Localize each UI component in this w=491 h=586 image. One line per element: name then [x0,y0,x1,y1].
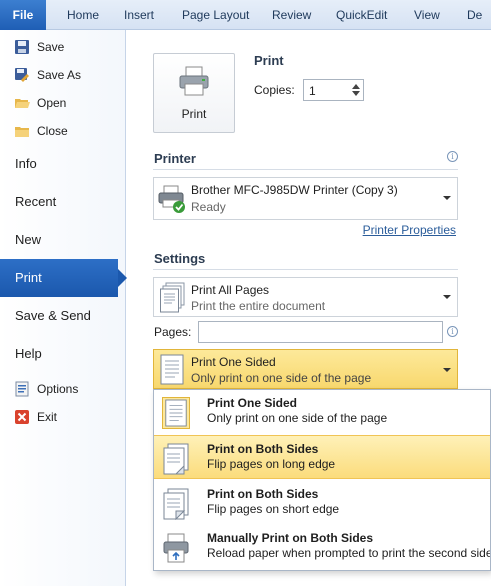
option-desc: Flip pages on short edge [207,502,340,516]
folder-close-icon [15,127,29,137]
option-both-sides-short[interactable]: Print on Both Sides Flip pages on short … [154,481,490,525]
close-button[interactable]: Close [0,118,126,144]
save-as-button[interactable]: Save As [0,62,126,88]
copies-stepper[interactable]: 1 [303,79,364,101]
options-label: Options [37,382,79,396]
exit-icon [15,410,29,424]
save-button[interactable]: Save [0,34,126,60]
all-pages-icon [160,282,185,313]
pages-input[interactable] [198,321,443,343]
nav-tab-info-label: Info [15,156,37,171]
print-range-dropdown[interactable]: Print All Pages Print the entire documen… [153,277,458,317]
nav-tab-info[interactable]: Info [0,145,126,183]
tab-view[interactable]: View [414,8,440,22]
options-icon [15,381,29,397]
printer-heading: Printer [154,151,196,166]
option-title: Print One Sided [207,396,298,410]
save-label: Save [37,40,65,54]
tab-page-layout[interactable]: Page Layout [182,8,249,22]
print-button[interactable]: Print [153,53,235,133]
option-title: Print on Both Sides [207,442,319,456]
nav-tab-print-label: Print [15,270,42,285]
option-manual-duplex[interactable]: Manually Print on Both Sides Reload pape… [154,525,491,569]
printer-dropdown[interactable]: Brother MFC-J985DW Printer (Copy 3) Read… [153,177,458,220]
spin-up-icon[interactable] [352,84,360,89]
copies-value: 1 [309,84,316,98]
nav-tab-recent[interactable]: Recent [0,183,126,221]
chevron-down-icon [443,295,451,299]
tab-insert[interactable]: Insert [124,8,154,22]
sided-desc: Only print on one side of the page [191,371,372,385]
option-one-sided[interactable]: Print One Sided Only print on one side o… [154,390,490,434]
print-range-title: Print All Pages [191,283,270,297]
settings-heading: Settings [154,251,206,266]
one-sided-icon [162,397,190,429]
tab-developer[interactable]: De [467,8,482,22]
nav-tab-recent-label: Recent [15,194,57,209]
option-title: Print on Both Sides [207,487,319,501]
file-tab[interactable]: File [0,0,46,30]
nav-tab-help[interactable]: Help [0,335,126,373]
copies-label: Copies: [254,83,295,97]
print-range-desc: Print the entire document [191,299,326,313]
option-desc: Flip pages on long edge [207,457,336,471]
exit-label: Exit [37,410,58,424]
option-desc: Reload paper when prompted to print the … [207,546,491,560]
tab-review[interactable]: Review [272,8,311,22]
divider [153,169,458,170]
nav-tab-new[interactable]: New [0,221,126,259]
duplex-long-edge-icon [163,443,189,475]
divider [153,269,458,270]
open-label: Open [37,96,67,110]
nav-tab-save-send[interactable]: Save & Send [0,297,126,335]
sided-title: Print One Sided [191,355,276,369]
folder-open-icon [15,99,30,108]
close-label: Close [37,124,68,138]
print-button-label: Print [181,107,207,121]
duplex-short-edge-icon [163,488,189,520]
pages-label: Pages: [154,325,192,339]
exit-button[interactable]: Exit [0,404,126,430]
printer-info-icon[interactable]: i [447,151,458,162]
chevron-down-icon [443,196,451,200]
one-sided-icon [160,354,184,385]
printer-ready-icon [158,185,185,213]
manual-duplex-icon [163,533,189,563]
ribbon-tab-bar: File Home Insert Page Layout Review Quic… [0,0,491,30]
printer-properties-link[interactable]: Printer Properties [363,223,456,237]
printer-icon [179,66,209,96]
nav-tab-new-label: New [15,232,42,247]
nav-tab-print[interactable]: Print [0,259,127,297]
nav-tab-help-label: Help [15,346,42,361]
save-as-icon [15,68,29,82]
sided-options-list: Print One Sided Only print on one side o… [153,389,491,571]
pages-info-icon[interactable]: i [447,326,458,337]
printer-name: Brother MFC-J985DW Printer (Copy 3) [191,183,398,197]
printer-status: Ready [191,200,226,214]
save-as-label: Save As [37,68,82,82]
option-both-sides-long[interactable]: Print on Both Sides Flip pages on long e… [154,435,490,479]
spin-down-icon[interactable] [352,91,360,96]
tab-quickedit[interactable]: QuickEdit [336,8,387,22]
open-button[interactable]: Open [0,90,126,116]
tab-home[interactable]: Home [67,8,99,22]
sided-dropdown[interactable]: Print One Sided Only print on one side o… [153,349,458,389]
print-heading: Print [254,53,284,68]
backstage-nav: Save Save As Open Close Info Recent New … [0,30,127,586]
nav-tab-save-send-label: Save & Send [15,308,91,323]
options-button[interactable]: Options [0,376,126,402]
option-desc: Only print on one side of the page [207,411,388,425]
chevron-down-icon [443,368,451,372]
save-icon [15,40,29,54]
option-title: Manually Print on Both Sides [207,531,374,545]
